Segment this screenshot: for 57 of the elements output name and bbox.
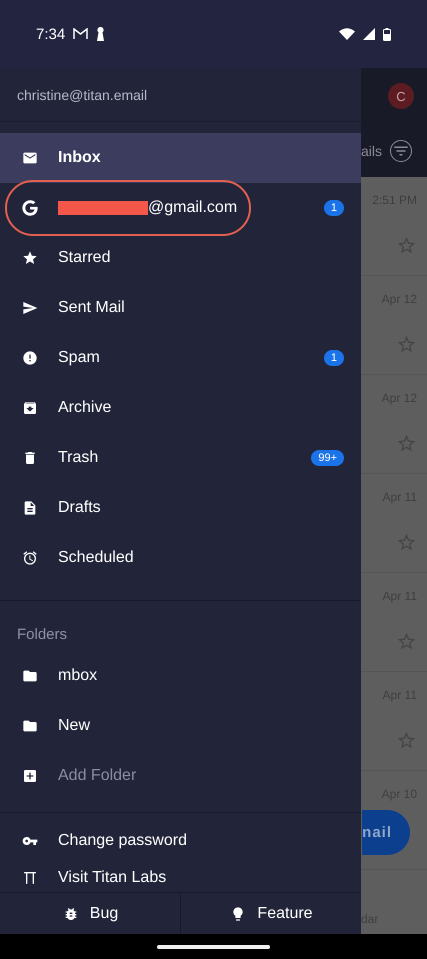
mailbox-item[interactable]: Sent Mail — [0, 283, 361, 333]
mailbox-item[interactable]: Archive — [0, 383, 361, 433]
mailbox-label: Spam — [58, 349, 100, 367]
folder-label: mbox — [58, 667, 98, 685]
pi-icon — [21, 869, 39, 887]
mailbox-item[interactable]: Spam 1 — [0, 333, 361, 383]
archive-icon — [21, 399, 39, 417]
google-icon — [21, 199, 39, 217]
folder-item[interactable]: mbox — [0, 651, 361, 701]
bug-report-button[interactable]: Bug — [0, 893, 180, 934]
plus-icon — [21, 767, 39, 785]
keyhole-icon — [96, 27, 106, 41]
filter-icon[interactable] — [390, 140, 412, 162]
star-icon — [21, 249, 39, 267]
mailbox-label: Trash — [58, 449, 98, 467]
alert-icon — [21, 349, 39, 367]
mailbox-item[interactable]: Starred — [0, 233, 361, 283]
status-time: 7:34 — [36, 26, 66, 42]
star-icon[interactable] — [396, 631, 417, 652]
mailbox-item[interactable]: @gmail.com 1 — [0, 183, 361, 233]
link-label: Visit Titan Labs — [58, 869, 166, 887]
compose-button[interactable]: nail — [362, 810, 410, 855]
send-icon — [21, 299, 39, 317]
unread-count: 1 — [324, 200, 344, 216]
folder-item[interactable]: New — [0, 701, 361, 751]
star-icon[interactable] — [396, 433, 417, 454]
mailbox-label: Inbox — [58, 149, 101, 167]
unread-count: 99+ — [311, 450, 344, 466]
star-icon[interactable] — [396, 235, 417, 256]
folders-heading: Folders — [16, 624, 68, 644]
avatar[interactable]: C — [388, 83, 414, 109]
alarm-clock-icon — [21, 549, 39, 567]
signal-icon — [363, 28, 375, 40]
folder-label: Add Folder — [58, 767, 136, 785]
star-icon[interactable] — [396, 730, 417, 751]
battery-icon — [383, 28, 391, 40]
drawer-link[interactable]: Change password — [0, 819, 361, 863]
mailbox-item[interactable]: Drafts — [0, 483, 361, 533]
tab-label: ails — [361, 142, 382, 158]
drawer-link[interactable]: Visit Titan Labs — [0, 863, 361, 892]
mailbox-label: Archive — [58, 399, 112, 417]
folder-label: New — [58, 717, 90, 735]
home-indicator[interactable] — [157, 944, 270, 948]
mailbox-item[interactable]: Scheduled — [0, 533, 361, 583]
mailbox-label: Drafts — [58, 499, 101, 517]
mail-notification-icon — [73, 28, 88, 40]
mailbox-label: Scheduled — [58, 549, 134, 567]
mailbox-item[interactable]: Inbox — [0, 133, 361, 183]
wifi-icon — [339, 28, 355, 40]
mailbox-label: Sent Mail — [58, 299, 125, 317]
star-icon[interactable] — [396, 334, 417, 355]
mailbox-label: @gmail.com — [148, 199, 238, 217]
unread-count: 1 — [324, 350, 344, 366]
link-label: Change password — [58, 832, 187, 850]
mailbox-label: Starred — [58, 249, 110, 267]
star-icon[interactable] — [396, 532, 417, 553]
mailbox-item[interactable]: Trash 99+ — [0, 433, 361, 483]
